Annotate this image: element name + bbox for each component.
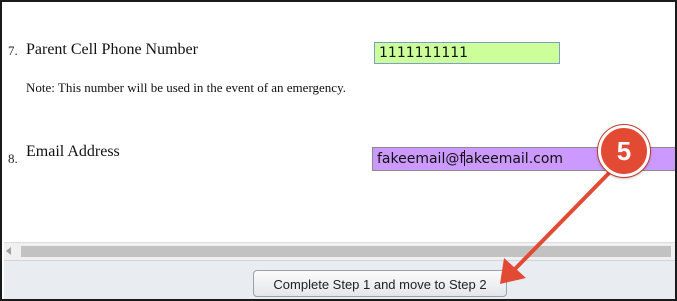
scroll-left-arrow-icon[interactable]: [6, 247, 11, 255]
parent-phone-field[interactable]: 1111111111: [374, 42, 560, 64]
email-label: Email Address: [26, 143, 120, 160]
phone-label: Parent Cell Phone Number: [26, 41, 198, 58]
form-window: 7. Parent Cell Phone Number Note: This n…: [0, 0, 677, 301]
phone-note: Note: This number will be used in the ev…: [26, 80, 346, 95]
scrollbar-thumb[interactable]: [21, 246, 671, 257]
email-value-part1: fakeemail@f: [377, 151, 465, 167]
email-row-number: 8.: [8, 151, 18, 166]
horizontal-scrollbar[interactable]: [4, 242, 675, 260]
email-value-part2: akeemail.com: [465, 151, 564, 167]
parent-phone-value: 1111111111: [379, 45, 469, 61]
phone-row-number: 7.: [8, 43, 18, 58]
step-badge: 5: [598, 125, 650, 177]
complete-step-button[interactable]: Complete Step 1 and move to Step 2: [253, 270, 507, 297]
